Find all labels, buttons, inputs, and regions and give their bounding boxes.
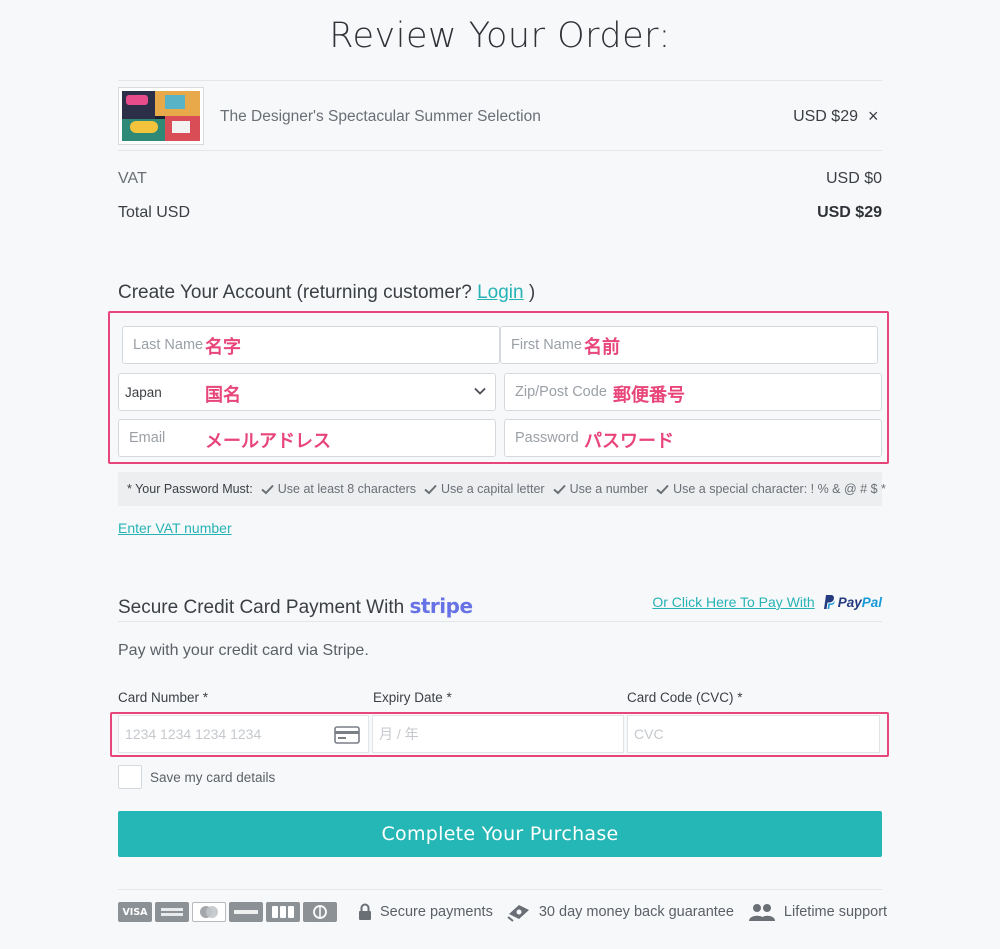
discover-icon xyxy=(229,902,263,922)
remove-item-button[interactable]: × xyxy=(868,106,879,127)
card-brands: VISA xyxy=(118,902,340,922)
password-rule: Use a capital letter xyxy=(424,482,545,496)
expiry-placeholder: 月 / 年 xyxy=(379,726,419,742)
save-card-checkbox[interactable] xyxy=(118,765,142,789)
divider xyxy=(118,889,882,890)
chevron-down-icon xyxy=(474,387,486,395)
check-icon xyxy=(261,484,274,494)
account-heading-text: Create Your Account (returning customer? xyxy=(118,282,478,303)
password-field[interactable]: Password xyxy=(504,419,882,457)
users-icon xyxy=(748,904,775,921)
page-title: Review Your Order: xyxy=(329,16,671,56)
stripe-logo: stripe xyxy=(409,594,473,618)
support-text: Lifetime support xyxy=(783,904,888,920)
password-rule-text: Use a special character: ! % & @ # $ * xyxy=(673,482,886,496)
money-back-guarantee: 30 day money back guarantee xyxy=(507,902,734,922)
credit-card-icon xyxy=(334,726,360,744)
diners-icon xyxy=(303,902,337,922)
password-rules: * Your Password Must: Use at least 8 cha… xyxy=(118,472,886,506)
product-name: The Designer's Spectacular Summer Select… xyxy=(220,108,541,125)
lifetime-support: Lifetime support xyxy=(748,902,887,922)
divider xyxy=(118,621,882,622)
visa-icon: VISA xyxy=(118,902,152,922)
mastercard-icon xyxy=(192,902,226,922)
divider xyxy=(118,150,882,151)
last-name-placeholder: Last Name xyxy=(133,337,204,353)
amex-icon xyxy=(155,902,189,922)
vat-value: USD $0 xyxy=(825,170,882,187)
first-name-note: 名前 xyxy=(584,337,620,358)
card-number-placeholder: 1234 1234 1234 1234 xyxy=(125,726,262,742)
account-heading: Create Your Account (returning customer?… xyxy=(118,282,535,304)
last-name-note: 名字 xyxy=(205,337,241,358)
secure-payments-text: Secure payments xyxy=(380,904,493,920)
password-rule-text: Use a capital letter xyxy=(441,482,545,496)
complete-purchase-button[interactable]: Complete Your Purchase xyxy=(118,811,882,857)
secure-payments: Secure payments xyxy=(358,903,493,921)
password-note: パスワード xyxy=(584,431,674,452)
payment-heading-text: Secure Credit Card Payment With xyxy=(118,597,405,618)
footer: VISA Secure payments 30 day money back g xyxy=(118,898,887,926)
total-value: USD $29 xyxy=(817,204,882,221)
card-number-field[interactable]: 1234 1234 1234 1234 xyxy=(118,715,369,753)
paypal-logo-pal: Pal xyxy=(861,594,882,610)
vat-label: VAT xyxy=(118,170,147,187)
zip-placeholder: Zip/Post Code xyxy=(515,384,607,400)
money-back-icon xyxy=(507,905,529,922)
product-price: USD $29 xyxy=(793,108,858,125)
password-rule-text: Use a number xyxy=(569,482,649,496)
lock-icon xyxy=(359,903,371,920)
check-icon xyxy=(656,484,669,494)
login-link[interactable]: Login xyxy=(477,282,524,303)
expiry-field[interactable]: 月 / 年 xyxy=(372,715,624,753)
password-placeholder: Password xyxy=(515,430,579,446)
product-thumbnail xyxy=(118,87,204,145)
password-rule: Use a number xyxy=(552,482,649,496)
cvc-field[interactable]: CVC xyxy=(627,715,880,753)
card-number-label: Card Number * xyxy=(118,690,209,705)
country-note: 国名 xyxy=(205,385,241,406)
check-icon xyxy=(552,484,566,494)
paypal-icon xyxy=(823,595,835,609)
divider xyxy=(118,80,882,81)
password-rule: Use a special character: ! % & @ # $ * xyxy=(656,482,886,496)
check-icon xyxy=(424,484,437,494)
enter-vat-link[interactable]: Enter VAT number xyxy=(118,520,232,536)
zip-field[interactable]: Zip/Post Code xyxy=(504,373,882,411)
cvc-label: Card Code (CVC) * xyxy=(627,690,743,705)
paypal-logo: Pay Pal xyxy=(821,594,882,610)
account-heading-suffix: ) xyxy=(523,282,536,303)
expiry-label: Expiry Date * xyxy=(373,690,452,705)
save-card-label: Save my card details xyxy=(150,770,276,785)
first-name-placeholder: First Name xyxy=(511,337,582,353)
total-label: Total USD xyxy=(118,204,191,221)
first-name-field[interactable]: First Name xyxy=(500,326,878,364)
password-rule: Use at least 8 characters xyxy=(261,482,416,496)
country-value: Japan xyxy=(125,384,162,400)
paypal-link[interactable]: Or Click Here To Pay With Pay Pal xyxy=(652,594,882,610)
password-rule-text: Use at least 8 characters xyxy=(277,482,417,496)
email-note: メールアドレス xyxy=(205,431,331,452)
password-rules-title: * Your Password Must: xyxy=(127,482,253,496)
paypal-logo-pay: Pay xyxy=(837,594,862,610)
last-name-field[interactable]: Last Name xyxy=(122,326,500,364)
payment-note: Pay with your credit card via Stripe. xyxy=(118,642,369,659)
guarantee-text: 30 day money back guarantee xyxy=(538,904,734,920)
country-select[interactable]: Japan xyxy=(118,373,496,411)
jcb-icon xyxy=(266,902,300,922)
cvc-placeholder: CVC xyxy=(634,726,664,742)
email-placeholder: Email xyxy=(129,430,166,446)
paypal-link-text[interactable]: Or Click Here To Pay With xyxy=(652,594,814,610)
zip-note: 郵便番号 xyxy=(613,385,685,406)
payment-heading: Secure Credit Card Payment With stripe xyxy=(118,594,473,619)
